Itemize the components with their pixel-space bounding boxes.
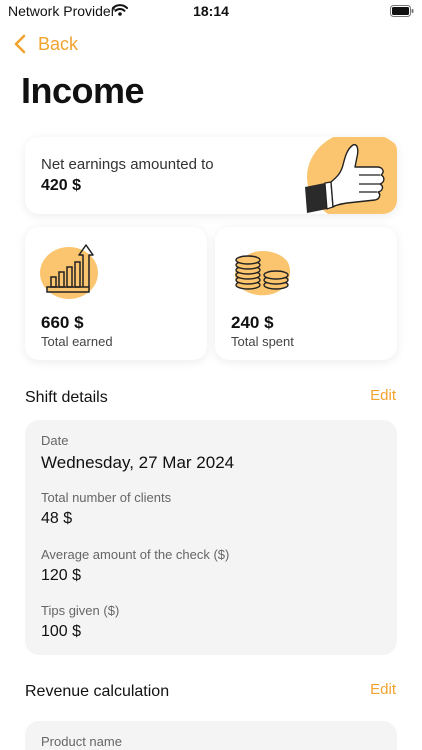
- net-earnings-value: 420 $: [41, 177, 82, 194]
- shift-details-panel: Date Wednesday, 27 Mar 2024 Total number…: [25, 420, 397, 655]
- coins-icon: [235, 250, 291, 296]
- product-name-label: Product name: [41, 734, 122, 749]
- growth-chart-icon: [40, 244, 98, 299]
- clients-value: 48 $: [41, 510, 73, 527]
- total-earned-card: 660 $ Total earned: [25, 227, 207, 360]
- shift-edit-button[interactable]: Edit: [370, 387, 396, 404]
- total-earned-value: 660 $: [41, 313, 84, 332]
- tips-label: Tips given ($): [41, 603, 120, 618]
- total-spent-value: 240 $: [231, 313, 274, 332]
- tips-value: 100 $: [41, 623, 82, 640]
- back-button[interactable]: Back: [14, 32, 78, 56]
- status-bar: Network Provider 18:14: [0, 0, 422, 24]
- back-label: Back: [38, 33, 79, 54]
- thumbs-up-icon: [305, 137, 397, 214]
- clients-label: Total number of clients: [41, 490, 172, 505]
- battery-icon: [390, 5, 414, 17]
- revenue-calculation-title: Revenue calculation: [25, 683, 170, 700]
- chevron-left-icon: [14, 34, 26, 54]
- date-value: Wednesday, 27 Mar 2024: [41, 453, 235, 472]
- net-earnings-card: Net earnings amounted to 420 $: [25, 137, 397, 214]
- net-earnings-label: Net earnings amounted to: [41, 156, 214, 173]
- avg-check-value: 120 $: [41, 567, 82, 584]
- date-label: Date: [41, 433, 69, 448]
- total-spent-card: 240 $ Total spent: [215, 227, 397, 360]
- status-time: 18:14: [193, 3, 229, 19]
- avg-check-label: Average amount of the check ($): [41, 547, 230, 562]
- total-earned-label: Total earned: [41, 334, 113, 349]
- revenue-panel: Product name: [25, 721, 397, 750]
- revenue-edit-button[interactable]: Edit: [370, 681, 396, 698]
- shift-details-title: Shift details: [25, 389, 108, 406]
- total-spent-label: Total spent: [231, 334, 294, 349]
- page-title: Income: [21, 70, 145, 111]
